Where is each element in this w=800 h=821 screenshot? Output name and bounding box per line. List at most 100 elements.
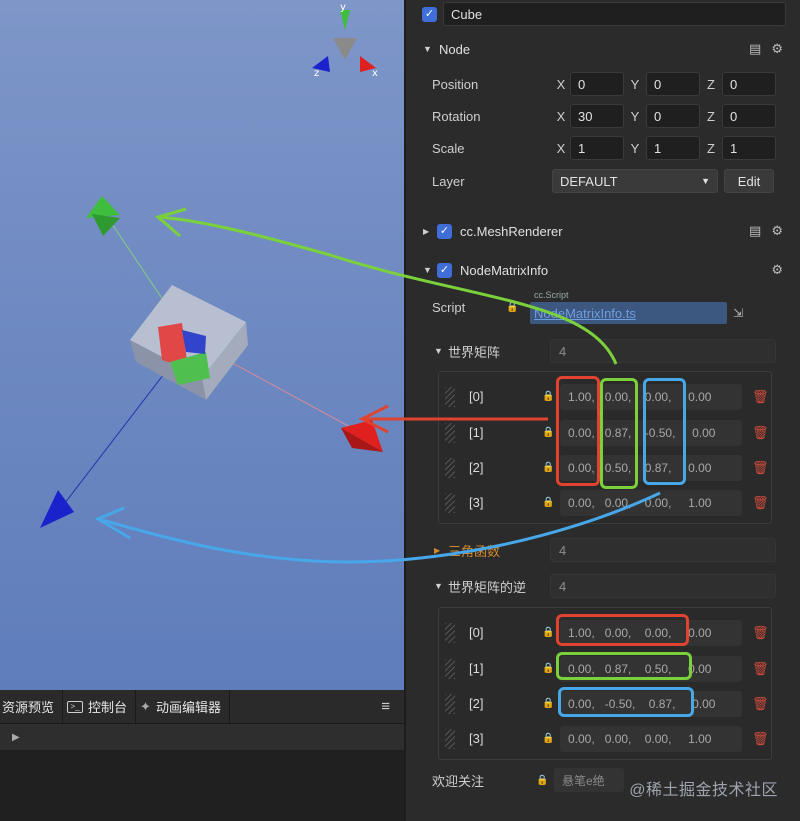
node-section-header[interactable]: ▼ Node ▤ ⚙	[406, 38, 800, 60]
menu-icon[interactable]: ≡	[381, 698, 390, 715]
trig-count-value: 4	[559, 542, 567, 558]
node-active-checkbox[interactable]: ✓	[422, 6, 437, 22]
trig-header[interactable]: ▶ 三角函数 4	[406, 538, 800, 562]
drag-handle-icon[interactable]	[445, 422, 455, 443]
trash-icon[interactable]: 🗑	[752, 696, 769, 712]
matrix-info-header[interactable]: ▼ ✓ NodeMatrixInfo ⚙	[406, 259, 800, 281]
scale-y-input[interactable]: 1	[646, 136, 700, 160]
play-icon[interactable]: ▶	[12, 732, 20, 743]
rotation-z-input[interactable]: 0	[722, 104, 776, 128]
gear-icon[interactable]: ⚙	[771, 262, 783, 278]
book-icon[interactable]: ▤	[749, 223, 761, 239]
inverse-matrix-label: 世界矩阵的逆	[448, 579, 527, 595]
rotation-y-input[interactable]: 0	[646, 104, 700, 128]
position-z-value: 0	[730, 76, 738, 92]
layer-select[interactable]: DEFAULT ▼	[552, 169, 718, 193]
matrix-row-values: 1.00, 0.00, 0.00, 0.00	[560, 383, 742, 410]
trash-icon[interactable]: 🗑	[752, 495, 769, 511]
y-axis-cone	[86, 196, 120, 218]
drag-handle-icon[interactable]	[445, 622, 455, 643]
world-matrix-count[interactable]: 4	[550, 339, 776, 363]
drag-handle-icon[interactable]	[445, 457, 455, 478]
locate-icon[interactable]: ⇲	[733, 306, 743, 320]
row-index: [2]	[469, 696, 484, 711]
trig-count[interactable]: 4	[550, 538, 776, 562]
scene-view[interactable]: y z x	[0, 0, 404, 690]
trash-icon[interactable]: 🗑	[752, 389, 769, 405]
gear-icon[interactable]: ⚙	[771, 41, 783, 57]
axis-z-label: Z	[707, 108, 715, 124]
script-field[interactable]: cc.Script NodeMatrixInfo.ts	[530, 290, 727, 324]
row-index: [3]	[469, 495, 484, 510]
scale-x-input[interactable]: 1	[570, 136, 624, 160]
inverse-matrix-count-value: 4	[559, 578, 567, 594]
trash-icon[interactable]: 🗑	[752, 661, 769, 677]
row-index: [1]	[469, 661, 484, 676]
book-icon[interactable]: ▤	[749, 41, 761, 57]
mesh-renderer-title: cc.MeshRenderer	[460, 223, 563, 239]
tab-animation-editor-label: 动画编辑器	[155, 700, 221, 715]
console-icon: >_	[67, 700, 84, 713]
position-z-input[interactable]: 0	[722, 72, 776, 96]
row-index: [1]	[469, 425, 484, 440]
world-matrix-header[interactable]: ▼ 世界矩阵 4	[406, 339, 800, 363]
mesh-renderer-header[interactable]: ▶ ✓ cc.MeshRenderer ▤ ⚙	[406, 220, 800, 242]
matrix-row-values: 0.00, 0.00, 0.00, 1.00	[560, 725, 742, 752]
layer-edit-button[interactable]: Edit	[724, 169, 774, 193]
script-asset[interactable]: NodeMatrixInfo.ts	[530, 302, 727, 324]
drag-handle-icon[interactable]	[445, 728, 455, 749]
lock-icon: 🔒	[542, 663, 555, 674]
trash-icon[interactable]: 🗑	[752, 425, 769, 441]
script-row: Script 🔒 cc.Script NodeMatrixInfo.ts ⇲	[406, 290, 800, 324]
view-orientation-gizmo: y z x	[312, 2, 378, 79]
cube-mesh	[130, 285, 248, 400]
rotation-x-value: 30	[578, 108, 593, 124]
mesh-renderer-checkbox[interactable]: ✓	[437, 223, 452, 239]
drag-handle-icon[interactable]	[445, 693, 455, 714]
tab-console-label: 控制台	[88, 700, 128, 715]
position-y-input[interactable]: 0	[646, 72, 700, 96]
tab-asset-preview[interactable]: 资源预览	[0, 689, 64, 724]
axis-x-label: X	[556, 140, 566, 156]
list-item: [0] 🔒 1.00, 0.00, 0.00, 0.00 🗑	[439, 379, 771, 414]
node-name-value: Cube	[451, 6, 483, 22]
layer-row: Layer DEFAULT ▼ Edit	[406, 169, 800, 193]
list-item: [0] 🔒 1.00, 0.00, 0.00, 0.00 🗑	[439, 615, 771, 650]
svg-text:y: y	[340, 2, 346, 13]
animation-icon: ✦	[140, 698, 151, 714]
scale-x-value: 1	[578, 140, 586, 156]
lock-icon: 🔒	[542, 698, 555, 709]
node-name-input[interactable]: Cube	[443, 2, 786, 26]
scale-z-value: 1	[730, 140, 738, 156]
tab-asset-preview-label: 资源预览	[2, 700, 55, 715]
drag-handle-icon[interactable]	[445, 386, 455, 407]
trash-icon[interactable]: 🗑	[752, 731, 769, 747]
chevron-right-icon: ▶	[423, 226, 430, 236]
position-x-input[interactable]: 0	[570, 72, 624, 96]
axis-y-label: Y	[630, 76, 640, 92]
tab-animation-editor[interactable]: ✦ 动画编辑器	[136, 689, 230, 724]
bottom-tabs: 资源预览 >_ 控制台 ✦ 动画编辑器 ≡	[0, 689, 404, 724]
trash-icon[interactable]: 🗑	[752, 460, 769, 476]
scene-canvas: y z x	[40, 2, 383, 528]
chevron-down-icon: ▼	[701, 176, 710, 186]
row-index: [3]	[469, 731, 484, 746]
matrix-info-checkbox[interactable]: ✓	[437, 262, 452, 278]
rotation-row: Rotation X 30 Y 0 Z 0	[406, 104, 800, 128]
matrix-row-values: 0.00, 0.87, 0.50, 0.00	[560, 655, 742, 682]
trash-icon[interactable]: 🗑	[752, 625, 769, 641]
tab-console[interactable]: >_ 控制台	[63, 689, 137, 724]
gear-icon[interactable]: ⚙	[771, 223, 783, 239]
inverse-matrix-count[interactable]: 4	[550, 574, 776, 598]
matrix-row-values: 0.00, 0.00, 0.00, 1.00	[560, 489, 742, 516]
drag-handle-icon[interactable]	[445, 492, 455, 513]
list-item: [1] 🔒 0.00, 0.87, -0.50, 0.00 🗑	[439, 415, 771, 450]
trig-label: 三角函数	[448, 543, 501, 559]
drag-handle-icon[interactable]	[445, 658, 455, 679]
position-y-value: 0	[654, 76, 662, 92]
rotation-x-input[interactable]: 30	[570, 104, 624, 128]
bottom-toolbar: ▶	[0, 724, 404, 750]
scale-z-input[interactable]: 1	[722, 136, 776, 160]
inverse-matrix-header[interactable]: ▼ 世界矩阵的逆 4	[406, 574, 800, 598]
row-index: [0]	[469, 625, 484, 640]
